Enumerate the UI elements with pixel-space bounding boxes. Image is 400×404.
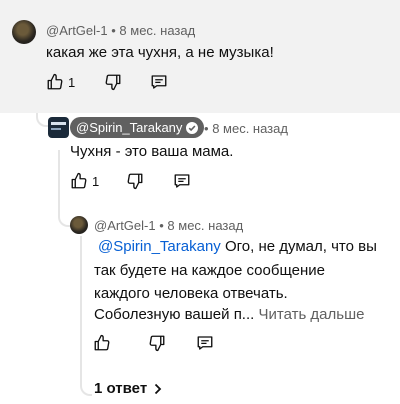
avatar[interactable] — [48, 117, 69, 138]
verified-icon — [186, 121, 199, 134]
like-count: 1 — [92, 173, 100, 189]
meta-separator: • — [204, 121, 209, 136]
timestamp: 8 мес. назад — [167, 218, 244, 233]
comment-text-line: @Spirin_Tarakany Ого, не думал, что вы — [98, 238, 377, 255]
reply-button[interactable] — [150, 73, 168, 91]
comment-text: Соболезную вашей п... — [94, 306, 255, 323]
dislike-icon — [127, 173, 143, 190]
comment-meta: @ArtGel-1 • 8 мес. назад — [46, 23, 195, 38]
avatar[interactable] — [12, 20, 36, 44]
comment-text: Чухня - это ваша мама. — [70, 143, 234, 160]
meta-separator: • — [111, 23, 116, 38]
dislike-button[interactable] — [148, 334, 166, 352]
reply-button[interactable] — [196, 334, 214, 352]
like-button[interactable] — [93, 334, 111, 352]
like-button[interactable]: 1 — [70, 172, 99, 190]
timestamp: 8 мес. назад — [212, 121, 288, 136]
author-name[interactable]: @ArtGel-1 — [46, 23, 108, 38]
reply-button[interactable] — [173, 172, 191, 190]
meta-separator: • — [159, 218, 164, 233]
reply-icon — [197, 336, 213, 350]
comment-text: Ого, не думал, что вы — [224, 238, 377, 255]
read-more-link[interactable]: Читать дальше — [258, 306, 364, 323]
author-name: @Spirin_Tarakany — [76, 120, 183, 135]
author-name[interactable]: @ArtGel-1 — [94, 218, 156, 233]
comment-meta: • 8 мес. назад — [204, 121, 288, 136]
like-button[interactable]: 1 — [46, 73, 75, 91]
dislike-button[interactable] — [104, 73, 122, 91]
replies-label: 1 ответ — [94, 380, 148, 397]
comment-text: какая же эта чухня, а не музыка! — [46, 44, 274, 61]
reply-icon — [174, 174, 190, 188]
comment-meta: @ArtGel-1 • 8 мес. назад — [94, 218, 243, 233]
mention-link[interactable]: @Spirin_Tarakany — [98, 238, 221, 255]
reply-icon — [151, 75, 167, 89]
comment-text-line: Соболезную вашей п... Читать дальше — [94, 306, 364, 323]
like-icon — [71, 172, 87, 189]
dislike-button[interactable] — [126, 172, 144, 190]
chevron-right-icon — [155, 383, 162, 394]
like-icon — [94, 334, 110, 351]
dislike-icon — [105, 74, 121, 91]
dislike-icon — [149, 335, 165, 352]
author-chip[interactable]: @Spirin_Tarakany — [70, 117, 205, 138]
timestamp: 8 мес. назад — [119, 23, 196, 38]
thread-line — [80, 236, 92, 396]
avatar[interactable] — [70, 216, 88, 234]
like-count: 1 — [68, 74, 76, 90]
comment-text: каждого человека отвечать. — [94, 285, 288, 302]
like-icon — [47, 73, 63, 90]
comment-text: так будете на каждое сообщение — [94, 262, 325, 279]
view-replies-button[interactable]: 1 ответ — [94, 380, 163, 397]
